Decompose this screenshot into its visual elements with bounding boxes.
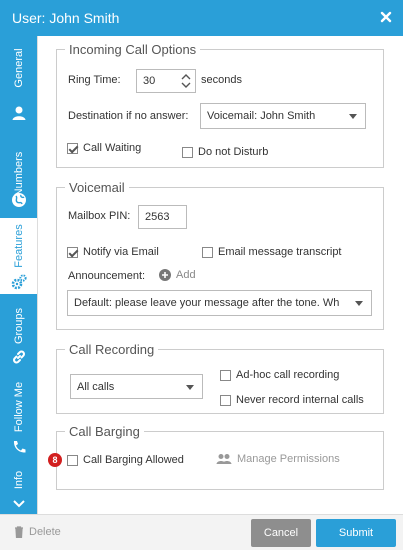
features-panel: Incoming Call Options Ring Time: 30 seco… — [37, 36, 403, 514]
voicemail-legend: Voicemail — [69, 180, 125, 195]
cancel-button[interactable]: Cancel — [251, 519, 311, 547]
gears-icon — [11, 274, 27, 290]
tab-general[interactable]: General — [0, 36, 37, 120]
window-title: User: John Smith — [12, 10, 120, 26]
notify-email-checkbox[interactable]: Notify via Email — [67, 246, 159, 258]
tab-numbers-label: Numbers — [12, 151, 25, 197]
trash-icon — [15, 526, 23, 538]
tab-info-label: Info — [12, 470, 25, 490]
never-record-internal-box[interactable] — [220, 394, 231, 406]
tab-info[interactable]: Info — [0, 466, 37, 514]
recording-mode-value: All calls — [77, 380, 115, 393]
destination-label: Destination if no answer: — [68, 110, 189, 122]
do-not-disturb-label: Do not Disturb — [198, 146, 269, 158]
mailbox-pin-input[interactable]: 2563 — [138, 205, 187, 229]
delete-label: Delete — [29, 526, 61, 538]
do-not-disturb-box[interactable] — [182, 146, 193, 158]
incoming-call-options-legend: Incoming Call Options — [69, 42, 197, 57]
email-transcript-box[interactable] — [202, 246, 213, 258]
destination-select[interactable]: Voicemail: John Smith — [200, 103, 366, 129]
plus-circle-icon — [159, 269, 171, 281]
call-barging-allowed-checkbox[interactable]: Call Barging Allowed — [67, 454, 184, 466]
add-announcement-button[interactable]: Add — [159, 269, 196, 281]
tab-groups-label: Groups — [12, 307, 25, 345]
tab-general-label: General — [12, 48, 25, 88]
mailbox-pin-value: 2563 — [145, 211, 170, 223]
tab-features[interactable]: Features — [0, 218, 37, 294]
cancel-label: Cancel — [263, 527, 299, 539]
call-barging-allowed-box[interactable] — [67, 454, 78, 466]
close-icon[interactable] — [379, 10, 393, 24]
submit-button[interactable]: Submit — [316, 519, 396, 547]
notify-email-label: Notify via Email — [83, 246, 159, 258]
adhoc-recording-checkbox[interactable]: Ad-hoc call recording — [220, 369, 339, 381]
stepper-icon[interactable] — [181, 73, 191, 89]
call-barging-legend: Call Barging — [69, 424, 140, 439]
tab-features-label: Features — [12, 224, 25, 268]
ring-time-input[interactable]: 30 — [136, 69, 196, 93]
users-icon — [216, 454, 232, 464]
manage-permissions-button[interactable]: Manage Permissions — [216, 453, 340, 465]
do-not-disturb-checkbox[interactable]: Do not Disturb — [182, 146, 268, 158]
footer: Delete Cancel Submit — [0, 514, 403, 550]
tab-groups[interactable]: Groups — [0, 298, 37, 378]
call-barging-allowed-label: Call Barging Allowed — [83, 454, 184, 466]
adhoc-recording-box[interactable] — [220, 369, 231, 381]
call-recording-legend: Call Recording — [69, 342, 155, 357]
ring-time-unit: seconds — [201, 74, 242, 86]
tab-numbers[interactable]: Numbers — [0, 134, 37, 214]
chevron-down-icon[interactable] — [12, 499, 26, 509]
email-transcript-label: Email message transcript — [218, 246, 342, 258]
never-record-internal-checkbox[interactable]: Never record internal calls — [220, 394, 364, 406]
call-waiting-label: Call Waiting — [83, 142, 142, 154]
step-badge: 8 — [48, 453, 62, 467]
add-announcement-label: Add — [176, 269, 196, 281]
chevron-down-icon — [186, 384, 194, 390]
sidebar: General Numbers Features Groups Follow M… — [0, 36, 37, 514]
notify-email-box[interactable] — [67, 246, 78, 258]
mailbox-pin-label: Mailbox PIN: — [68, 210, 131, 222]
chevron-down-icon — [349, 114, 357, 119]
destination-value: Voicemail: John Smith — [207, 110, 316, 122]
announcement-label: Announcement: — [68, 270, 146, 282]
announcement-value: Default: please leave your message after… — [74, 297, 340, 309]
title-bar: User: John Smith — [0, 0, 403, 36]
adhoc-recording-label: Ad-hoc call recording — [236, 369, 340, 381]
manage-permissions-label: Manage Permissions — [237, 453, 340, 465]
delete-button[interactable]: Delete — [14, 526, 61, 538]
ring-time-label: Ring Time: — [68, 74, 121, 86]
tab-follow-me[interactable]: Follow Me — [0, 381, 37, 463]
call-waiting-box[interactable] — [67, 142, 78, 154]
link-icon — [13, 350, 25, 364]
phone-icon — [13, 441, 26, 453]
ring-time-value: 30 — [143, 75, 156, 87]
chevron-down-icon — [355, 301, 363, 306]
user-icon — [12, 106, 26, 120]
globe-icon — [12, 193, 26, 207]
call-waiting-checkbox[interactable]: Call Waiting — [67, 142, 141, 154]
email-transcript-checkbox[interactable]: Email message transcript — [202, 246, 342, 258]
never-record-internal-label: Never record internal calls — [236, 394, 364, 406]
submit-label: Submit — [338, 527, 374, 539]
recording-mode-select[interactable]: All calls — [70, 374, 203, 399]
announcement-select[interactable]: Default: please leave your message after… — [67, 290, 372, 316]
tab-follow-me-label: Follow Me — [12, 381, 25, 433]
